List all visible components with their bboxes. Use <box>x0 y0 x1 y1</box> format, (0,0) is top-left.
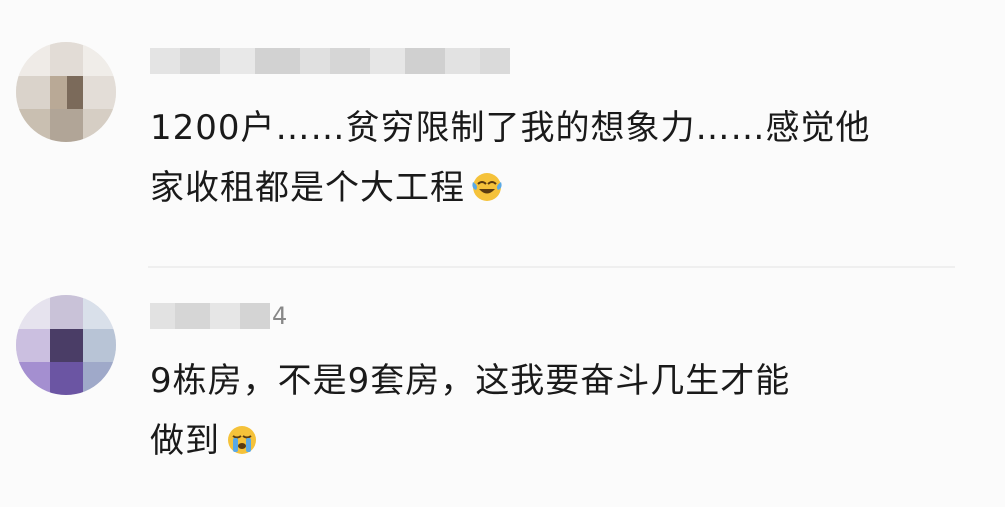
username-blurred[interactable] <box>150 48 512 74</box>
comment-item: 1200户……贫穷限制了我的想象力……感觉他 家收租都是个大工程 <box>0 30 1005 250</box>
username-text: 4 <box>272 302 288 330</box>
comment-text-line: 9栋房，不是9套房，这我要奋斗几生才能 <box>150 361 791 401</box>
username-blurred[interactable]: 4 <box>150 303 287 329</box>
comment-text: 1200户……贫穷限制了我的想象力……感觉他 家收租都是个大工程 <box>150 98 940 218</box>
crying-emoji-icon <box>228 426 256 454</box>
laughing-crying-emoji-icon <box>472 173 502 201</box>
comment-divider <box>148 266 955 268</box>
comment-text-line: 做到 <box>150 421 220 461</box>
avatar[interactable] <box>16 42 116 142</box>
comment-text-line: 家收租都是个大工程 <box>150 168 465 208</box>
comment-list: 1200户……贫穷限制了我的想象力……感觉他 家收租都是个大工程 4 9栋房，不… <box>0 0 1005 507</box>
comment-text-line: 1200户……贫穷限制了我的想象力……感觉他 <box>150 108 871 148</box>
avatar[interactable] <box>16 295 116 395</box>
comment-text: 9栋房，不是9套房，这我要奋斗几生才能 做到 <box>150 351 940 471</box>
comment-item: 4 9栋房，不是9套房，这我要奋斗几生才能 做到 <box>0 283 1005 498</box>
